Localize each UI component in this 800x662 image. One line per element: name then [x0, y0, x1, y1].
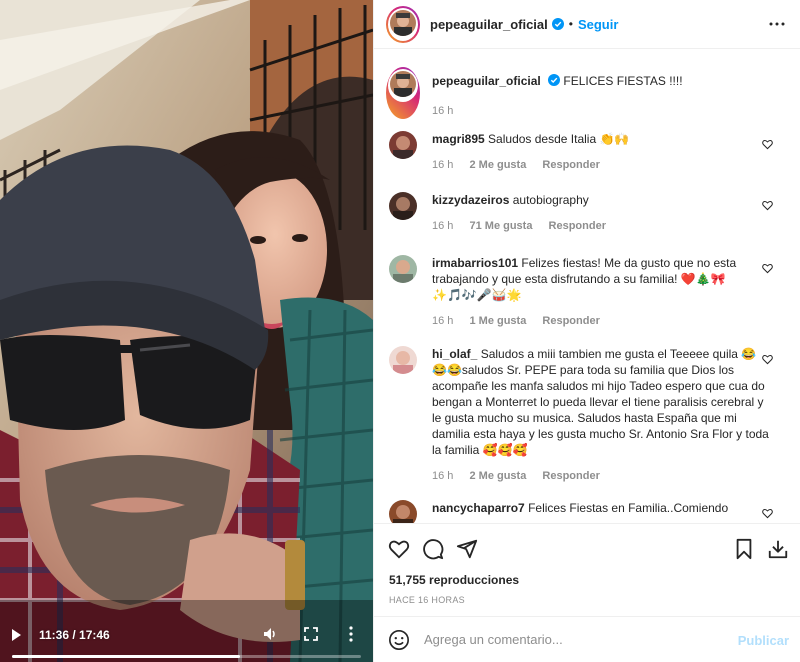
comment-time[interactable]: 16 h: [432, 159, 453, 171]
comment-text: Saludos desde Italia 👏🙌: [488, 132, 630, 146]
comment-item: kizzydazeiros autobiography 16 h 71 Me g…: [389, 192, 779, 234]
reply-button[interactable]: Responder: [542, 159, 599, 171]
reply-button[interactable]: Responder: [542, 315, 599, 327]
header-username[interactable]: pepeaguilar_oficial: [430, 17, 548, 32]
download-icon[interactable]: [767, 538, 789, 560]
comment-username[interactable]: nancychaparro7: [432, 501, 525, 515]
like-heart-icon[interactable]: [762, 200, 773, 211]
action-bar: 51,755 reproducciones HACE 16 HORAS: [374, 523, 800, 613]
comment-username[interactable]: magri895: [432, 132, 485, 146]
reply-button[interactable]: Responder: [549, 220, 606, 232]
comment-time[interactable]: 16 h: [432, 315, 453, 327]
caption-time[interactable]: 16 h: [432, 105, 453, 117]
comment-username[interactable]: hi_olaf_: [432, 347, 477, 361]
caption-text: FELICES FIESTAS !!!!: [563, 74, 683, 88]
progress-fill: [12, 655, 240, 658]
follow-button[interactable]: Seguir: [578, 17, 618, 32]
comment-input[interactable]: [424, 632, 724, 647]
post-comment-button[interactable]: Publicar: [738, 633, 789, 648]
like-heart-icon[interactable]: [762, 263, 773, 274]
play-icon[interactable]: [12, 629, 21, 641]
comment-item: irmabarrios101 Felizes fiestas! Me da gu…: [389, 255, 779, 329]
comment-username[interactable]: kizzydazeiros: [432, 193, 509, 207]
comment-item: hi_olaf_ Saludos a miii tambien me gusta…: [389, 346, 779, 484]
fullscreen-icon[interactable]: [304, 627, 318, 641]
like-heart-icon[interactable]: [762, 139, 773, 150]
comment-time[interactable]: 16 h: [432, 470, 453, 482]
comment-text: Saludos a miii tambien me gusta el Teeee…: [432, 347, 769, 457]
header-separator: •: [568, 17, 573, 31]
commenter-avatar[interactable]: [389, 131, 417, 159]
options-icon[interactable]: [769, 16, 785, 32]
comment-time[interactable]: 16 h: [432, 220, 453, 232]
caption-username[interactable]: pepeaguilar_oficial: [432, 74, 541, 88]
comment-item: nancychaparro7 Felices Fiestas en Famili…: [389, 500, 779, 523]
commenter-avatar[interactable]: [389, 500, 417, 523]
video-controls: 11:36 / 17:46: [0, 612, 373, 662]
verified-badge-icon: [551, 18, 564, 30]
comment-likes[interactable]: 1 Me gusta: [469, 315, 526, 327]
comment-item: magri895 Saludos desde Italia 👏🙌 16 h 2 …: [389, 131, 779, 173]
volume-icon[interactable]: [262, 626, 278, 642]
like-icon[interactable]: [388, 538, 410, 560]
post-panel: pepeaguilar_oficial • Seguir pepeaguilar…: [373, 0, 800, 662]
comment-likes[interactable]: 2 Me gusta: [469, 470, 526, 482]
like-heart-icon[interactable]: [762, 508, 773, 519]
post-header: pepeaguilar_oficial • Seguir: [374, 0, 800, 49]
header-avatar[interactable]: [386, 5, 420, 43]
comment-text: Felices Fiestas en Familia..Comiendo: [528, 501, 729, 515]
save-bookmark-icon[interactable]: [733, 538, 755, 560]
like-heart-icon[interactable]: [762, 354, 773, 365]
caption-avatar[interactable]: [386, 67, 420, 119]
comment-likes[interactable]: 2 Me gusta: [469, 159, 526, 171]
video-time: 11:36 / 17:46: [39, 628, 110, 642]
commenter-avatar[interactable]: [389, 346, 417, 374]
comment-icon[interactable]: [422, 538, 444, 560]
progress-bar[interactable]: [12, 655, 361, 658]
video-player[interactable]: 11:36 / 17:46: [0, 0, 373, 662]
more-options-icon[interactable]: [347, 626, 355, 642]
view-count[interactable]: 51,755 reproducciones: [389, 573, 519, 587]
caption: pepeaguilar_oficial FELICES FIESTAS !!!!…: [386, 67, 683, 119]
commenter-avatar[interactable]: [389, 255, 417, 283]
reply-button[interactable]: Responder: [542, 470, 599, 482]
add-comment-bar: Publicar: [374, 616, 800, 662]
video-frame: [0, 0, 373, 662]
post-timestamp: HACE 16 HORAS: [389, 595, 465, 605]
comment-likes[interactable]: 71 Me gusta: [469, 220, 532, 232]
verified-badge-icon: [548, 74, 561, 86]
comment-username[interactable]: irmabarrios101: [432, 256, 518, 270]
comments-list[interactable]: pepeaguilar_oficial FELICES FIESTAS !!!!…: [374, 49, 800, 523]
commenter-avatar[interactable]: [389, 192, 417, 220]
comment-text: autobiography: [512, 193, 589, 207]
share-icon[interactable]: [456, 538, 478, 560]
emoji-icon[interactable]: [388, 629, 410, 651]
